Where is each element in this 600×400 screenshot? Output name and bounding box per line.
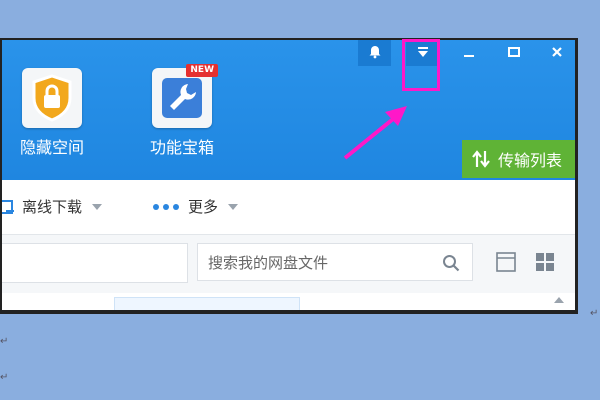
paragraph-mark-icon: ↵ [590,308,599,319]
annotation-arrow [343,106,407,160]
paragraph-mark-icon: ↵ [0,372,9,383]
paragraph-mark-icon: ↵ [0,336,9,347]
